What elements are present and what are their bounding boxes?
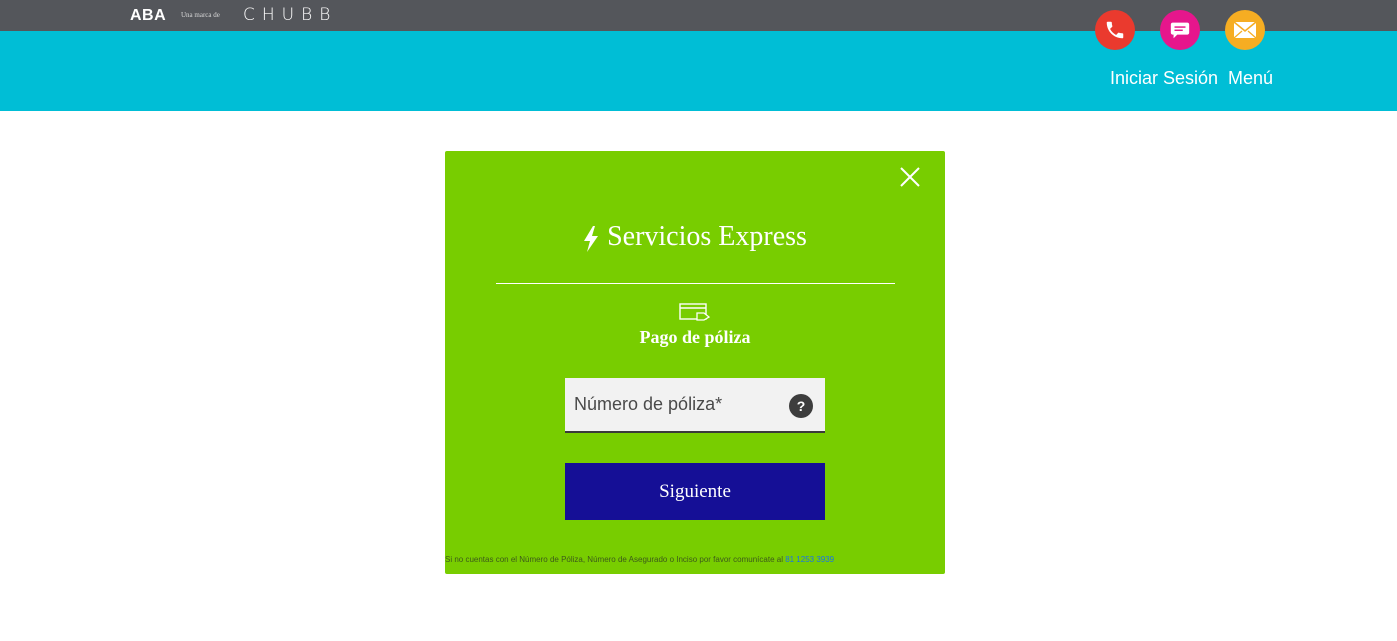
- close-icon: [900, 167, 920, 187]
- chat-button[interactable]: [1160, 10, 1200, 50]
- modal-subtitle: Pago de póliza: [639, 327, 751, 347]
- payment-card-icon: [679, 303, 711, 321]
- phone-icon: [1106, 21, 1124, 39]
- modal-title: Servicios Express: [607, 221, 807, 252]
- mail-icon: [1233, 21, 1257, 39]
- site-header: Iniciar Sesión Menú: [0, 10, 1397, 111]
- mail-button[interactable]: [1225, 10, 1265, 50]
- footnote-text: Si no cuentas con el Número de Póliza, N…: [445, 555, 786, 564]
- policy-number-input[interactable]: [565, 378, 789, 431]
- login-link[interactable]: Iniciar Sesión: [1110, 68, 1218, 89]
- modal-title-row: Servicios Express: [445, 221, 945, 253]
- express-services-modal: Servicios Express Pago de póliza ? Sigui…: [445, 151, 945, 574]
- divider: [496, 283, 895, 284]
- menu-link[interactable]: Menú: [1228, 68, 1273, 89]
- footnote-phone-link[interactable]: 81 1253 3939: [785, 555, 834, 564]
- brand-tagline: Una marca de: [181, 11, 220, 19]
- aba-logo[interactable]: ABA: [130, 7, 166, 25]
- policy-number-field: ?: [565, 378, 825, 433]
- next-button[interactable]: Siguiente: [565, 463, 825, 520]
- close-button[interactable]: [898, 165, 922, 189]
- phone-button[interactable]: [1095, 10, 1135, 50]
- chubb-logo[interactable]: CHUBB: [243, 5, 337, 25]
- contact-footnote: Si no cuentas con el Número de Póliza, N…: [445, 555, 945, 564]
- chat-icon: [1170, 22, 1190, 39]
- lightning-icon: [584, 225, 599, 252]
- help-icon[interactable]: ?: [789, 394, 813, 418]
